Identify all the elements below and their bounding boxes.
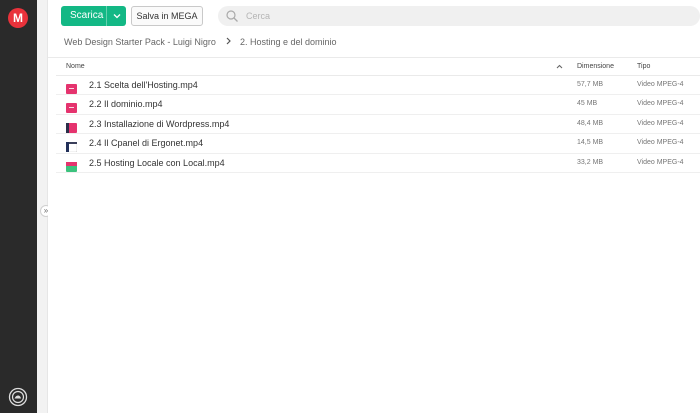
table-row[interactable]: 2.5 Hosting Locale con Local.mp4 33,2 MB V… <box>56 154 700 173</box>
file-size: 14,5 MB <box>577 139 604 147</box>
column-header-type[interactable]: Tipo <box>637 63 650 70</box>
video-file-icon <box>66 81 77 94</box>
file-size: 48,4 MB <box>577 119 604 127</box>
chevron-right-icon <box>226 37 232 47</box>
left-rail: M <box>0 0 37 413</box>
table-header: Nome Dimensione Tipo <box>56 59 700 76</box>
video-file-icon <box>66 100 77 114</box>
file-type: Video MPEG-4 <box>637 158 684 166</box>
mega-logo[interactable]: M <box>8 8 28 28</box>
save-to-mega-button[interactable]: Salva in MEGA <box>131 6 203 26</box>
search-input[interactable] <box>246 6 686 26</box>
file-size: 45 MB <box>577 100 598 108</box>
file-name[interactable]: 2.4 Il Cpanel di Ergonet.mp4 <box>89 138 203 148</box>
file-type: Video MPEG-4 <box>637 100 684 108</box>
file-name[interactable]: 2.1 Scelta dell'Hosting.mp4 <box>89 80 198 90</box>
file-size: 33,2 MB <box>577 158 604 166</box>
file-type: Video MPEG-4 <box>637 119 684 127</box>
column-header-size[interactable]: Dimensione <box>577 63 614 70</box>
divider <box>48 57 700 58</box>
search-bar[interactable] <box>218 6 700 26</box>
file-name[interactable]: 2.2 Il dominio.mp4 <box>89 99 163 109</box>
video-file-icon <box>65 139 78 153</box>
table-body: 2.1 Scelta dell'Hosting.mp4 57,7 MB Video … <box>56 76 700 173</box>
table-row[interactable]: 2.1 Scelta dell'Hosting.mp4 57,7 MB Video … <box>56 76 700 96</box>
file-type: Video MPEG-4 <box>637 81 684 88</box>
video-file-icon <box>66 159 77 172</box>
table-row[interactable]: 2.4 Il Cpanel di Ergonet.mp4 14,5 MB Video… <box>56 134 700 154</box>
table-row[interactable]: 2.3 Installazione di Wordpress.mp4 48,4 M… <box>56 115 700 135</box>
breadcrumb: Web Design Starter Pack - Luigi Nigro 2.… <box>64 37 337 47</box>
download-divider <box>106 6 107 26</box>
chevron-down-icon[interactable] <box>111 6 123 26</box>
search-icon <box>226 10 238 22</box>
file-table: Nome Dimensione Tipo 2.1 Scelta dell'Hos… <box>56 59 700 173</box>
column-header-name[interactable]: Nome <box>66 63 85 70</box>
breadcrumb-root[interactable]: Web Design Starter Pack - Luigi Nigro <box>64 37 216 47</box>
file-type: Video MPEG-4 <box>637 139 684 147</box>
download-button-label: Scarica <box>70 10 104 21</box>
file-size: 57,7 MB <box>577 81 604 88</box>
main-panel: Scarica Salva in MEGA Web Design Starter… <box>48 0 700 413</box>
download-button[interactable]: Scarica <box>61 6 126 26</box>
cloud-drive-icon[interactable] <box>8 387 28 407</box>
table-row[interactable]: 2.2 Il dominio.mp4 45 MB Video MPEG-4 <box>56 95 700 115</box>
breadcrumb-current[interactable]: 2. Hosting e del dominio <box>240 37 337 47</box>
sort-up-icon[interactable] <box>556 62 563 74</box>
video-file-icon <box>66 120 77 133</box>
file-name[interactable]: 2.5 Hosting Locale con Local.mp4 <box>89 158 225 168</box>
file-name[interactable]: 2.3 Installazione di Wordpress.mp4 <box>89 119 229 129</box>
